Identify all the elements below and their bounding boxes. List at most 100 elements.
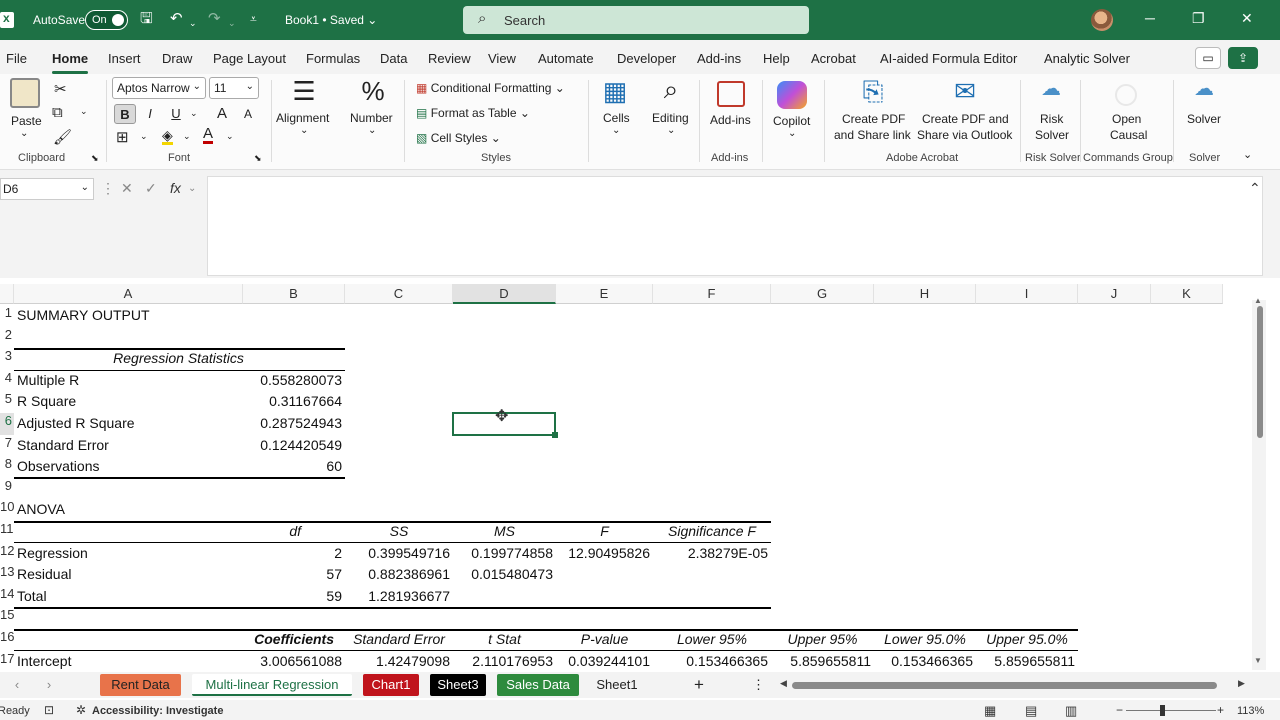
open-causal-line1[interactable]: Open xyxy=(1112,112,1141,126)
paste-icon[interactable] xyxy=(10,78,40,108)
cancel-icon[interactable]: ✕ xyxy=(121,180,133,197)
font-color-dropdown-icon[interactable]: ⌄ xyxy=(226,131,234,142)
anova-cell[interactable]: 12.90495826 xyxy=(556,543,650,565)
solver-icon[interactable]: ☁ xyxy=(1189,76,1219,101)
tab-file[interactable]: File xyxy=(6,51,27,66)
vertical-scrollbar[interactable]: ▲ ▼ xyxy=(1252,296,1266,670)
font-size-select[interactable]: 11 ⌄ xyxy=(209,77,259,99)
sheet-tab-sales-data[interactable]: Sales Data xyxy=(497,674,579,696)
stat-label[interactable]: Standard Error xyxy=(17,435,109,457)
document-title[interactable]: Book1 • Saved ⌄ xyxy=(285,13,377,27)
alignment-button[interactable]: Alignment xyxy=(276,111,329,125)
column-header[interactable]: F xyxy=(653,284,771,304)
tab-developer[interactable]: Developer xyxy=(617,51,676,66)
accessibility-status[interactable]: Accessibility: Investigate xyxy=(92,705,223,717)
open-causal-line2[interactable]: Causal xyxy=(1110,128,1147,142)
copy-icon[interactable]: ⧉ xyxy=(52,104,63,121)
fill-color-dropdown-icon[interactable]: ⌄ xyxy=(183,131,191,142)
pdf-share-link-icon[interactable]: ⎘ xyxy=(858,76,888,108)
pdf-outlook-icon[interactable]: ✉ xyxy=(950,76,980,107)
underline-button[interactable]: U xyxy=(165,104,187,124)
zoom-slider-thumb[interactable] xyxy=(1160,705,1165,716)
column-header[interactable]: B xyxy=(243,284,345,304)
anova-cell[interactable]: 0.399549716 xyxy=(345,543,450,565)
regression-statistics-header[interactable]: Regression Statistics xyxy=(14,348,343,370)
borders-dropdown-icon[interactable]: ⌄ xyxy=(140,131,148,142)
fill-handle[interactable] xyxy=(552,432,558,438)
grow-font-button[interactable]: A xyxy=(211,104,233,124)
font-name-select[interactable]: Aptos Narrow ⌄ xyxy=(112,77,206,99)
column-header[interactable]: A xyxy=(14,284,243,304)
copilot-dropdown-icon[interactable]: ⌄ xyxy=(788,128,796,139)
anova-title[interactable]: ANOVA xyxy=(17,499,65,521)
anova-cell[interactable]: 57 xyxy=(243,564,342,586)
conditional-formatting-button[interactable]: ▦ Conditional Formatting ⌄ xyxy=(416,81,565,95)
add-ins-icon[interactable] xyxy=(717,81,745,107)
select-all-corner[interactable] xyxy=(0,284,14,304)
more-sheets-icon[interactable]: ⋮ xyxy=(752,674,765,696)
font-launcher-icon[interactable]: ⬊ xyxy=(254,153,262,164)
tab-draw[interactable]: Draw xyxy=(162,51,192,66)
sheet-tab-rent-data[interactable]: Rent Data xyxy=(100,674,181,696)
formula-input[interactable] xyxy=(207,176,1263,276)
coef-header[interactable]: Lower 95% xyxy=(653,629,771,651)
accessibility-icon[interactable]: ✲ xyxy=(76,703,86,717)
row-header[interactable]: 8 xyxy=(0,456,14,478)
customize-qat-icon[interactable]: ⩡ xyxy=(250,11,257,27)
tab-review[interactable]: Review xyxy=(428,51,471,66)
anova-row-label[interactable]: Regression xyxy=(17,543,88,565)
normal-view-icon[interactable]: ▦ xyxy=(984,703,996,719)
cells-icon[interactable]: ▦ xyxy=(600,76,630,107)
create-pdf-share-link-line1[interactable]: Create PDF xyxy=(842,112,905,126)
cells-dropdown-icon[interactable]: ⌄ xyxy=(612,125,620,136)
coef-header[interactable]: P-value xyxy=(556,629,653,651)
coef-header[interactable]: t Stat xyxy=(453,629,556,651)
column-header[interactable]: E xyxy=(556,284,653,304)
redo-icon[interactable]: ↷ xyxy=(208,11,221,27)
scroll-left-icon[interactable]: ◀ xyxy=(780,678,787,689)
zoom-in-icon[interactable]: + xyxy=(1217,703,1224,717)
column-header[interactable]: D xyxy=(453,284,556,304)
collapse-formula-bar-icon[interactable]: ⌃ xyxy=(1249,180,1261,197)
row-header[interactable]: 7 xyxy=(0,435,14,457)
cut-icon[interactable]: ✂ xyxy=(54,80,67,98)
minimize-button[interactable]: ─ xyxy=(1145,10,1155,26)
editing-search-icon[interactable]: ⌕ xyxy=(654,74,688,106)
shrink-font-button[interactable]: A xyxy=(237,104,259,124)
coef-header[interactable]: Coefficients xyxy=(243,629,334,651)
italic-button[interactable]: I xyxy=(139,104,161,124)
format-painter-icon[interactable]: 🖌 xyxy=(53,128,72,146)
anova-cell[interactable]: 2 xyxy=(243,543,342,565)
font-color-icon[interactable]: A xyxy=(203,126,214,144)
more-options-icon[interactable]: ⋮ xyxy=(101,180,115,197)
scroll-right-icon[interactable]: ▶ xyxy=(1238,678,1245,689)
open-causal-icon[interactable] xyxy=(1115,84,1137,106)
stat-label[interactable]: Adjusted R Square xyxy=(17,413,135,435)
autosave-toggle[interactable]: On xyxy=(85,10,128,30)
editing-dropdown-icon[interactable]: ⌄ xyxy=(667,125,675,136)
fx-dropdown-icon[interactable]: ⌄ xyxy=(188,183,196,194)
zoom-out-icon[interactable]: − xyxy=(1116,703,1123,717)
bold-button[interactable]: B xyxy=(114,104,136,124)
coef-cell[interactable]: 0.153466365 xyxy=(874,651,973,670)
risk-solver-line1[interactable]: Risk xyxy=(1040,112,1063,126)
anova-row-label[interactable]: Residual xyxy=(17,564,71,586)
tab-formulas[interactable]: Formulas xyxy=(306,51,360,66)
column-header[interactable]: K xyxy=(1151,284,1223,304)
share-icon[interactable]: ⇪ xyxy=(1228,47,1258,69)
anova-header[interactable]: SS xyxy=(345,521,453,543)
coef-cell[interactable]: 5.859655811 xyxy=(771,651,871,670)
risk-solver-line2[interactable]: Solver xyxy=(1035,128,1069,142)
paste-button[interactable]: Paste xyxy=(11,114,42,128)
borders-icon[interactable]: ⊞ xyxy=(116,128,129,146)
stat-label[interactable]: Multiple R xyxy=(17,370,79,392)
cells-button[interactable]: Cells xyxy=(603,111,630,125)
horizontal-scrollbar[interactable]: ◀ ▶ xyxy=(780,678,1250,692)
tab-view[interactable]: View xyxy=(488,51,516,66)
tab-home[interactable]: Home xyxy=(52,51,88,66)
copilot-button[interactable]: Copilot xyxy=(773,114,810,128)
close-button[interactable]: ✕ xyxy=(1241,10,1253,27)
row-header[interactable]: 5 xyxy=(0,391,14,413)
vertical-scroll-thumb[interactable] xyxy=(1257,306,1263,438)
zoom-level[interactable]: 113% xyxy=(1237,705,1264,717)
